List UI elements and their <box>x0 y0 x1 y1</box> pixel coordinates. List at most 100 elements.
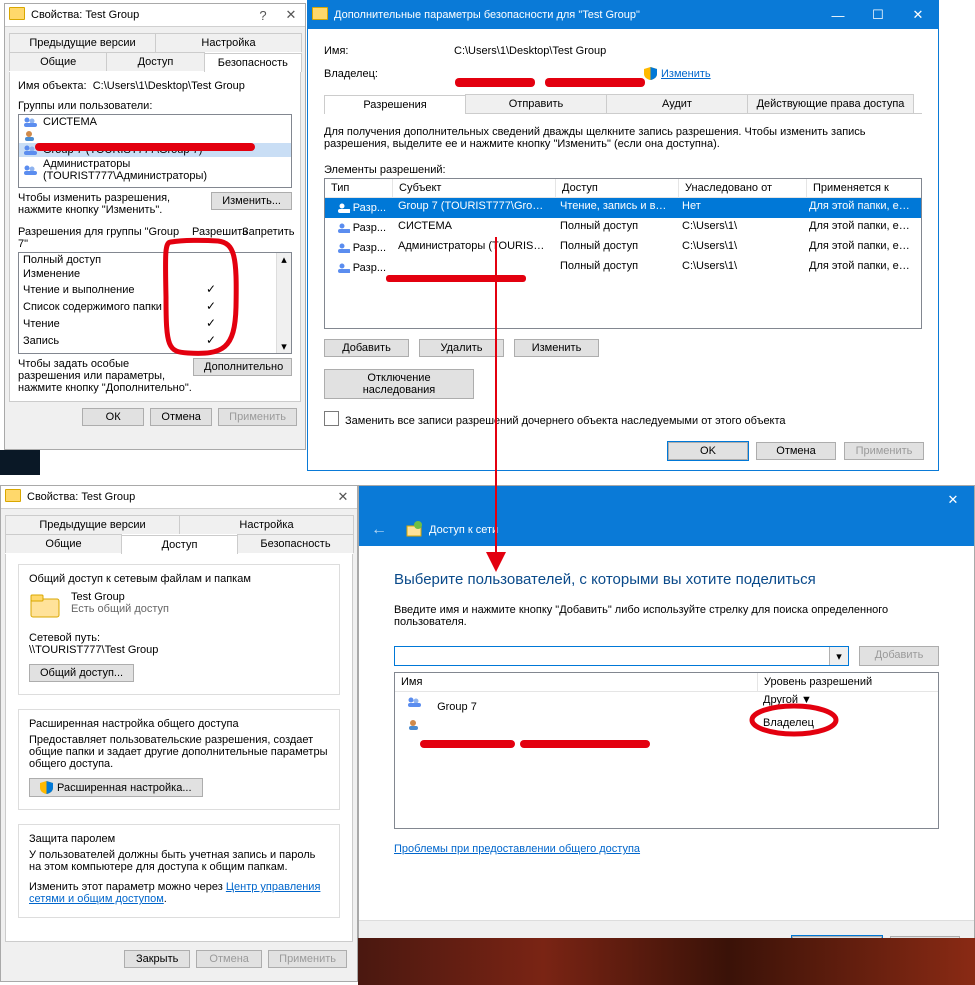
tab-effective[interactable]: Действующие права доступа <box>747 94 914 113</box>
cancel-button[interactable]: Отмена <box>756 442 836 460</box>
tab-permissions[interactable]: Разрешения <box>324 95 466 114</box>
close-button[interactable]: ✕ <box>329 486 357 508</box>
shield-icon <box>40 781 53 794</box>
object-name-label: Имя объекта: <box>18 80 87 92</box>
folder-icon <box>5 489 21 505</box>
group-icon <box>23 116 38 128</box>
col-type[interactable]: Тип <box>325 179 393 197</box>
folder-icon <box>9 7 25 23</box>
permission-row: Чтение✓ <box>19 315 291 332</box>
principals-list[interactable]: СИСТЕМА Group 7 (TOURIST777\Group 7) Адм… <box>18 114 292 188</box>
close-button[interactable]: ✕ <box>277 4 305 26</box>
permissions-list[interactable]: Полный доступИзменениеЧтение и выполнени… <box>18 252 292 354</box>
group1-title: Общий доступ к сетевым файлам и папкам <box>29 573 329 585</box>
share-state: Есть общий доступ <box>71 603 169 615</box>
remove-button[interactable]: Удалить <box>419 339 504 357</box>
ok-button[interactable]: OК <box>82 408 144 426</box>
advanced-sharing-button[interactable]: Расширенная настройка... <box>29 778 203 797</box>
tab-versions[interactable]: Предыдущие версии <box>5 515 180 534</box>
path-label: Сетевой путь: <box>29 632 329 644</box>
tab-share[interactable]: Отправить <box>465 94 607 113</box>
people-list[interactable]: Имя Уровень разрешений Group 7 Другой ▼ … <box>394 672 939 829</box>
perm-cell[interactable]: Другой ▼ <box>757 692 938 715</box>
big-folder-icon <box>29 591 61 622</box>
permission-row: Чтение и выполнение✓ <box>19 281 291 298</box>
user-combobox[interactable]: ▾ <box>394 646 849 666</box>
object-name-value: C:\Users\1\Desktop\Test Group <box>93 80 245 92</box>
cancel-button[interactable]: Отмена <box>196 950 262 968</box>
apply-button[interactable]: Применить <box>268 950 347 968</box>
col-principal[interactable]: Субъект <box>393 179 556 197</box>
edit-button[interactable]: Изменить <box>514 339 599 357</box>
minimize-button[interactable]: — <box>818 1 858 29</box>
desktop-peek-2 <box>0 450 40 475</box>
aces-listview[interactable]: Тип Субъект Доступ Унаследовано от Приме… <box>324 178 922 329</box>
title-bar[interactable]: ✕ <box>359 486 974 514</box>
disable-inheritance-button[interactable]: Отключение наследования <box>324 369 474 399</box>
wizard-title: Доступ к сети <box>429 524 498 536</box>
advanced-button[interactable]: Дополнительно <box>193 358 292 376</box>
apply-button[interactable]: Применить <box>218 408 297 426</box>
dropdown-icon[interactable]: ▾ <box>829 647 848 665</box>
col-deny: Запретить <box>242 226 292 250</box>
ace-row[interactable]: Разр...Администраторы (TOURIST7...Полный… <box>325 238 921 258</box>
tab-audit[interactable]: Аудит <box>606 94 748 113</box>
col-access[interactable]: Доступ <box>556 179 679 197</box>
tab-general[interactable]: Общие <box>9 52 107 71</box>
back-icon[interactable]: ← <box>371 521 387 539</box>
people-row[interactable]: Владелец <box>395 715 938 738</box>
shield-icon <box>644 67 657 80</box>
groups-label: Группы или пользователи: <box>18 100 292 112</box>
people-row[interactable]: Group 7 Другой ▼ <box>395 692 938 715</box>
tab-sharing[interactable]: Доступ <box>121 535 238 554</box>
user-input[interactable] <box>395 647 829 665</box>
principal-row-selected: Group 7 (TOURIST777\Group 7) <box>19 143 291 157</box>
principal-row <box>19 129 291 143</box>
ace-row[interactable]: Разр...СИСТЕМАПолный доступC:\Users\1\Дл… <box>325 218 921 238</box>
close-button-2[interactable]: Закрыть <box>124 950 190 968</box>
share-button[interactable]: Общий доступ... <box>29 664 134 682</box>
add-button[interactable]: Добавить <box>324 339 409 357</box>
group3-title: Защита паролем <box>29 833 329 845</box>
properties-sharing-window: Свойства: Test Group ✕ Предыдущие версии… <box>0 485 358 982</box>
properties-security-window: Свойства: Test Group ? ✕ Предыдущие верс… <box>4 3 306 450</box>
col-permission[interactable]: Уровень разрешений <box>758 673 938 691</box>
group2-text: Предоставляет пользовательские разрешени… <box>29 734 329 770</box>
window-title: Свойства: Test Group <box>25 491 329 503</box>
edit-button[interactable]: Изменить... <box>211 192 292 210</box>
user-icon <box>23 130 38 142</box>
maximize-button[interactable]: ☐ <box>858 1 898 29</box>
owner-label: Владелец: <box>324 68 454 80</box>
trouble-link[interactable]: Проблемы при предоставлении общего досту… <box>394 843 640 855</box>
close-button[interactable]: ✕ <box>898 1 938 29</box>
title-bar[interactable]: Дополнительные параметры безопасности дл… <box>308 1 938 29</box>
tab-customize[interactable]: Настройка <box>179 515 354 534</box>
folder-name: Test Group <box>71 591 169 603</box>
principal-row: Администраторы (TOURIST777\Администратор… <box>19 157 291 183</box>
advanced-security-window: Дополнительные параметры безопасности дл… <box>307 0 939 471</box>
tab-security[interactable]: Безопасность <box>237 534 354 553</box>
col-allow: Разрешить <box>192 226 242 250</box>
col-inherited[interactable]: Унаследовано от <box>679 179 807 197</box>
ace-row[interactable]: Разр...Group 7 (TOURIST777\Group 7)Чтени… <box>325 198 921 218</box>
tab-versions[interactable]: Предыдущие версии <box>9 33 156 52</box>
apply-button[interactable]: Применить <box>844 442 924 460</box>
title-bar[interactable]: Свойства: Test Group ? ✕ <box>5 4 305 27</box>
ok-button[interactable]: OK <box>668 442 748 460</box>
help-button[interactable]: ? <box>249 4 277 26</box>
scrollbar[interactable]: ▴ ▾ <box>276 253 291 353</box>
col-applies[interactable]: Применяется к <box>807 179 921 197</box>
tab-sharing[interactable]: Доступ <box>106 52 204 71</box>
tab-general[interactable]: Общие <box>5 534 122 553</box>
ace-row[interactable]: Разр...Полный доступC:\Users\1\Для этой … <box>325 258 921 278</box>
network-access-window: ✕ ← Доступ к сети Выберите пользователей… <box>358 485 975 938</box>
col-name[interactable]: Имя <box>395 673 758 691</box>
cancel-button[interactable]: Отмена <box>150 408 212 426</box>
tab-customize[interactable]: Настройка <box>155 33 302 52</box>
replace-checkbox[interactable] <box>324 411 339 426</box>
tab-security[interactable]: Безопасность <box>204 53 302 72</box>
close-button[interactable]: ✕ <box>932 492 974 508</box>
title-bar[interactable]: Свойства: Test Group ✕ <box>1 486 357 509</box>
change-owner-link[interactable]: Изменить <box>661 68 711 80</box>
add-button[interactable]: Добавить <box>859 646 939 666</box>
